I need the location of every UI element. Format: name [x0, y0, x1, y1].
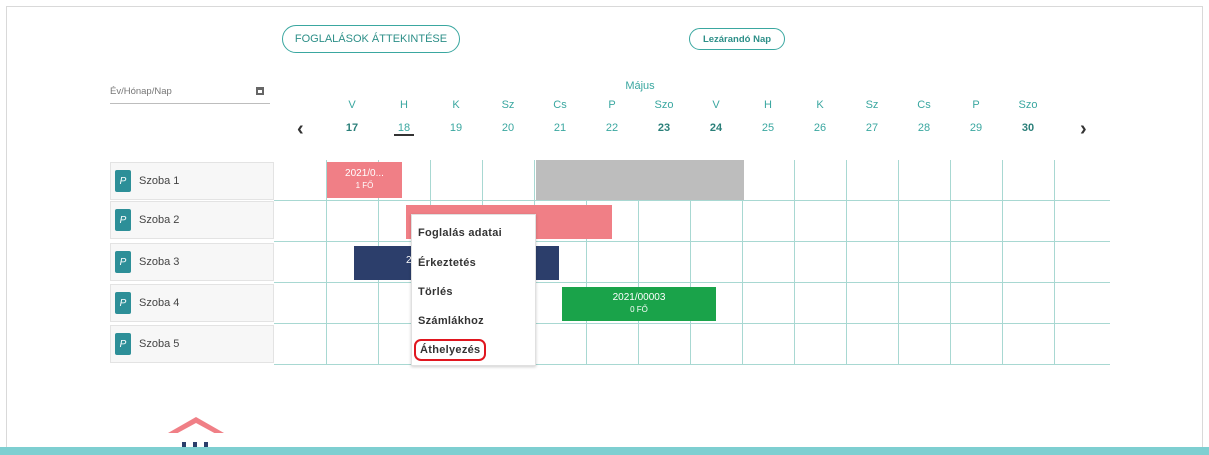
bookings-overview-button[interactable]: FOGLALÁSOK ÁTTEKINTÉSE	[282, 25, 460, 53]
grid-line	[274, 241, 1110, 242]
day-number[interactable]: 26	[794, 122, 846, 134]
close-day-button[interactable]: Lezárandó Nap	[689, 28, 785, 50]
day-name: V	[712, 99, 720, 111]
day-name: K	[452, 99, 460, 111]
day-name: P	[972, 99, 980, 111]
day-number[interactable]: 28	[898, 122, 950, 134]
room-tag: P	[115, 292, 131, 314]
footer-bar	[0, 447, 1209, 455]
day-name: Cs	[917, 99, 931, 111]
blocked-period	[536, 160, 744, 200]
booking-block[interactable]: 2021/0... 1 FŐ	[327, 162, 402, 198]
room-tag: P	[115, 333, 131, 355]
context-menu: Foglalás adatai Érkeztetés Törlés Számlá…	[411, 214, 536, 366]
booking-guests: 1 FŐ	[355, 181, 374, 190]
room-row-2[interactable]: P Szoba 2	[110, 201, 274, 239]
grid-line	[898, 160, 899, 365]
chevron-right-icon[interactable]: ›	[1080, 118, 1087, 141]
day-number[interactable]: 17	[326, 119, 378, 139]
grid-line	[950, 160, 951, 365]
room-row-1[interactable]: P Szoba 1	[110, 162, 274, 200]
menu-item-booking-details[interactable]: Foglalás adatai	[418, 227, 502, 239]
booking-id: 2021/0...	[345, 168, 384, 179]
grid-line	[846, 160, 847, 365]
room-name: Szoba 4	[139, 297, 180, 309]
day-number[interactable]: 23	[638, 119, 690, 139]
day-name: H	[764, 99, 772, 111]
room-tag: P	[115, 251, 131, 273]
house-logo-inner	[174, 423, 218, 435]
menu-item-delete[interactable]: Törlés	[418, 286, 453, 298]
day-name: Szo	[1018, 99, 1038, 111]
date-input[interactable]: Év/Hónap/Nap	[110, 82, 270, 104]
day-name: Szo	[654, 99, 674, 111]
booking-id: 2021/00003	[612, 292, 666, 303]
day-number[interactable]: 29	[950, 122, 1002, 134]
room-tag: P	[115, 209, 131, 231]
day-name: Sz	[865, 99, 879, 111]
day-number[interactable]: 19	[430, 122, 482, 134]
menu-item-invoices[interactable]: Számlákhoz	[418, 315, 484, 327]
room-row-3[interactable]: P Szoba 3	[110, 243, 274, 281]
day-number[interactable]: 22	[586, 122, 638, 134]
day-number[interactable]: 20	[482, 122, 534, 134]
booking-block[interactable]: 2021/00003 0 FŐ	[562, 287, 716, 321]
menu-item-move[interactable]: Áthelyezés	[414, 339, 487, 361]
grid-line	[794, 160, 795, 365]
grid-line	[274, 200, 1110, 201]
grid-line	[1054, 160, 1055, 365]
day-name: Cs	[553, 99, 567, 111]
month-label: Május	[625, 80, 655, 92]
room-name: Szoba 1	[139, 175, 180, 187]
chevron-left-icon[interactable]: ‹	[297, 118, 304, 141]
day-number[interactable]: 27	[846, 122, 898, 134]
day-name: H	[400, 99, 408, 111]
day-name: K	[816, 99, 824, 111]
day-number[interactable]: 21	[534, 122, 586, 134]
room-name: Szoba 2	[139, 214, 180, 226]
calendar-icon[interactable]	[256, 87, 264, 95]
day-name: V	[348, 99, 356, 111]
date-input-placeholder: Év/Hónap/Nap	[110, 86, 172, 97]
grid-line	[274, 282, 1110, 283]
booking-guests: 0 FŐ	[630, 305, 648, 314]
day-number[interactable]: 30	[1002, 119, 1054, 139]
day-name: P	[608, 99, 616, 111]
room-name: Szoba 5	[139, 338, 180, 350]
room-tag: P	[115, 170, 131, 192]
day-name: Sz	[501, 99, 515, 111]
room-row-4[interactable]: P Szoba 4	[110, 284, 274, 322]
day-number[interactable]: 25	[742, 122, 794, 134]
day-number-current[interactable]: 18	[394, 122, 414, 136]
day-number[interactable]: 24	[690, 119, 742, 139]
room-name: Szoba 3	[139, 256, 180, 268]
room-row-5[interactable]: P Szoba 5	[110, 325, 274, 363]
menu-item-check-in[interactable]: Érkeztetés	[418, 257, 476, 269]
grid-line	[1002, 160, 1003, 365]
grid-line	[274, 364, 1110, 365]
grid-line	[274, 323, 1110, 324]
